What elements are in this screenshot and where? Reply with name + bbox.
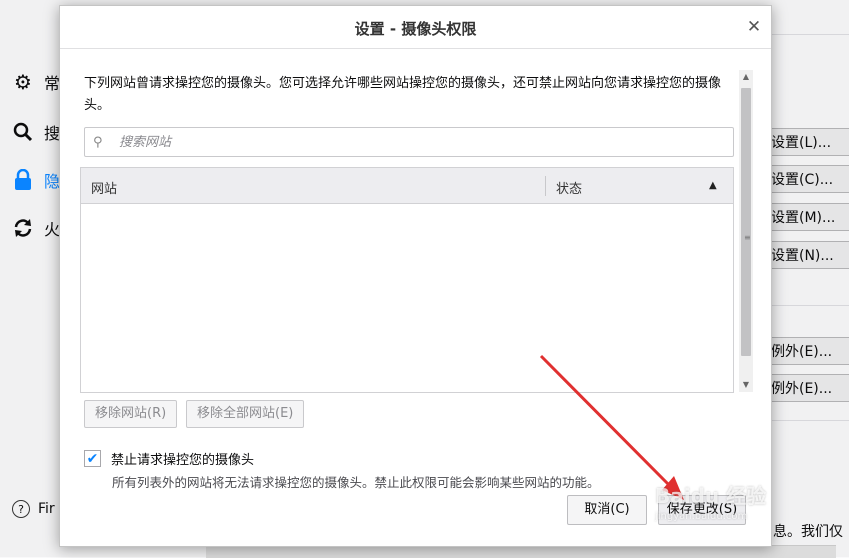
search-box[interactable]: ⚲	[84, 127, 734, 157]
bg-settings-button-l[interactable]: 设置(L)...	[768, 128, 849, 156]
search-icon: ⚲	[93, 134, 103, 150]
remove-all-sites-button[interactable]: 移除全部网站(E)	[186, 400, 305, 428]
help-icon: ?	[12, 500, 30, 518]
column-divider[interactable]	[545, 176, 546, 196]
bg-tail-text: 息。我们仅	[773, 524, 843, 540]
dialog-titlebar: 设置 - 摄像头权限 ✕	[60, 6, 771, 49]
sidebar-item-sync[interactable]: 火	[12, 216, 60, 240]
bg-settings-button-n[interactable]: 设置(N)...	[768, 241, 849, 269]
close-icon[interactable]: ✕	[743, 16, 765, 38]
block-requests-description: 所有列表外的网站将无法请求操控您的摄像头。禁止此权限可能会影响某些网站的功能。	[112, 475, 600, 490]
watermark: Baidu 经验 jingyan.baidu.com	[655, 484, 767, 522]
search-icon	[12, 121, 34, 143]
lock-icon	[12, 169, 34, 191]
scroll-up-arrow-icon[interactable]: ▲	[739, 70, 753, 84]
divider	[771, 305, 849, 306]
sites-table: 网站 状态 ▲	[80, 167, 734, 393]
bg-exceptions-button-1[interactable]: 例外(E)...	[768, 337, 849, 365]
dialog-title: 设置 - 摄像头权限	[354, 20, 477, 38]
settings-sidebar: ⚙ 常 搜 隐 火	[0, 0, 60, 557]
search-input[interactable]	[117, 133, 701, 151]
scroll-down-arrow-icon[interactable]: ▼	[739, 378, 753, 392]
divider	[771, 34, 849, 35]
column-header-site[interactable]: 网站	[91, 178, 117, 197]
block-requests-checkbox[interactable]: ✔	[84, 450, 101, 467]
dialog-description: 下列网站曾请求操控您的摄像头。您可选择允许哪些网站操控您的摄像头，还可禁止网站向…	[84, 76, 722, 113]
sidebar-item-general[interactable]: ⚙ 常	[12, 70, 60, 94]
scrollbar-thumb[interactable]: ≡	[741, 88, 751, 356]
bg-footer-link[interactable]: ? Fir	[12, 500, 55, 518]
block-requests-row[interactable]: ✔ 禁止请求操控您的摄像头	[84, 449, 254, 468]
gear-icon: ⚙	[14, 70, 32, 94]
table-header: 网站 状态 ▲	[81, 168, 733, 204]
column-header-status[interactable]: 状态	[556, 178, 582, 197]
cancel-button[interactable]: 取消(C)	[567, 495, 647, 525]
sidebar-item-search[interactable]: 搜	[12, 120, 60, 144]
bg-settings-button-m[interactable]: 设置(M)...	[768, 203, 849, 231]
bg-settings-button-c[interactable]: 设置(C)...	[768, 165, 849, 193]
camera-permissions-dialog: 设置 - 摄像头权限 ✕ 下列网站曾请求操控您的摄像头。您可选择允许哪些网站操控…	[59, 5, 772, 547]
vertical-scrollbar[interactable]: ▲ ≡ ▼	[739, 70, 753, 392]
sync-icon	[12, 217, 34, 239]
remove-site-button[interactable]: 移除网站(R)	[84, 400, 178, 428]
bg-exceptions-button-2[interactable]: 例外(E)...	[768, 374, 849, 402]
sort-ascending-icon[interactable]: ▲	[709, 180, 717, 191]
sidebar-item-privacy[interactable]: 隐	[12, 168, 60, 192]
block-requests-label[interactable]: 禁止请求操控您的摄像头	[111, 449, 254, 468]
divider	[771, 420, 849, 421]
